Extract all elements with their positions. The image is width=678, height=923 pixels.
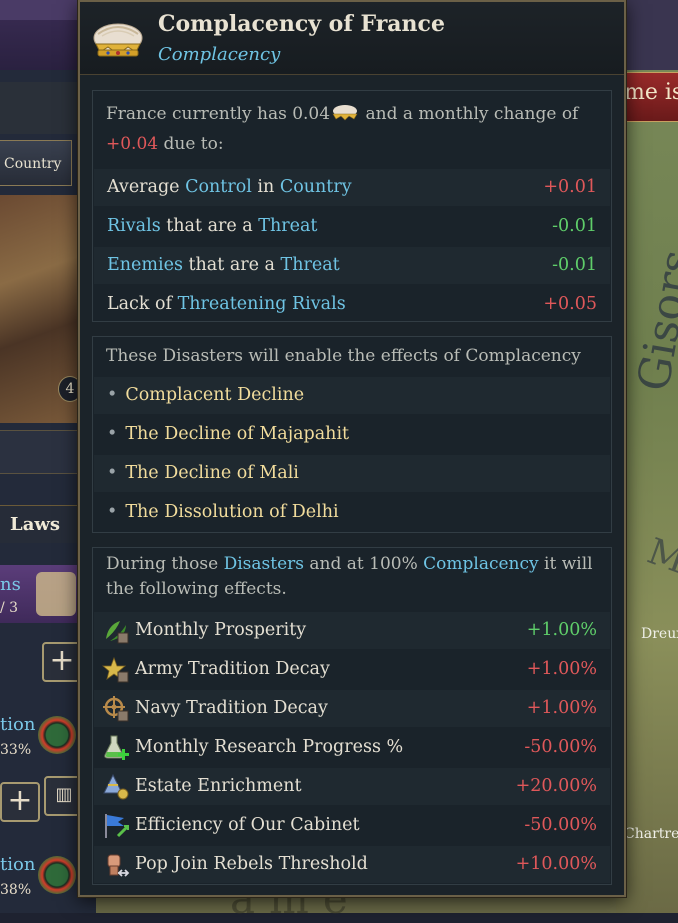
effect-value: +1.00%: [526, 698, 597, 718]
side-item-label: tion: [0, 854, 36, 875]
disaster-item[interactable]: • The Decline of Mali: [94, 455, 610, 492]
crown-icon: [93, 23, 143, 57]
keyword-link[interactable]: Complacency: [423, 554, 538, 574]
keyword-link[interactable]: Threat: [281, 255, 340, 275]
intro-mid: and a monthly change of: [360, 104, 579, 124]
modifier-value: -0.01: [552, 216, 597, 236]
disaster-item[interactable]: • The Dissolution of Delhi: [94, 494, 610, 531]
effect-value: +1.00%: [526, 659, 597, 679]
effect-value: -50.00%: [524, 815, 597, 835]
effects-intro: During those Disasters and at 100% Compl…: [106, 554, 593, 599]
modifier-value: +0.05: [543, 294, 597, 314]
pyramid-icon: [103, 773, 129, 800]
portrait-bar: [0, 430, 80, 474]
keyword-link[interactable]: Threat: [258, 216, 317, 236]
effect-label: Efficiency of Our Cabinet: [135, 815, 360, 835]
keyword-link[interactable]: Rivals: [107, 216, 161, 236]
keyword-link[interactable]: Disasters: [224, 554, 304, 574]
modifier-value: +0.01: [543, 177, 597, 197]
tooltip-subtitle[interactable]: Complacency: [158, 44, 280, 65]
keyword-link[interactable]: Control: [185, 177, 252, 197]
scroll-icon: [36, 572, 76, 616]
disaster-item[interactable]: • The Decline of Majapahit: [94, 416, 610, 453]
effects-panel: During those Disasters and at 100% Compl…: [92, 547, 612, 885]
effect-label: Monthly Prosperity: [135, 620, 307, 640]
tooltip-title: Complacency of France: [158, 11, 445, 37]
side-item-percent: 33%: [0, 742, 32, 758]
modifier-row: Enemies that are a Threat -0.01: [94, 247, 610, 284]
keyword-link[interactable]: Enemies: [107, 255, 183, 275]
shield-icon[interactable]: [38, 856, 76, 894]
effect-label: Army Tradition Decay: [135, 659, 330, 679]
monthly-change: +0.04: [106, 134, 159, 154]
country-button[interactable]: Country: [0, 140, 72, 186]
disasters-intro: These Disasters will enable the effects …: [106, 346, 581, 366]
intro-prefix: France currently has 0.04: [106, 104, 331, 124]
effect-row: Monthly Research Progress % -50.00%: [94, 729, 610, 766]
effect-label: Navy Tradition Decay: [135, 698, 328, 718]
effect-value: +20.00%: [515, 776, 597, 796]
effect-row: Estate Enrichment +20.00%: [94, 768, 610, 805]
effect-label: Estate Enrichment: [135, 776, 302, 796]
tooltip-header: Complacency of France Complacency: [80, 2, 624, 75]
add-button[interactable]: +: [42, 642, 82, 682]
modifier-value: -0.01: [552, 255, 597, 275]
side-item-label: tion: [0, 714, 36, 735]
effect-label: Monthly Research Progress %: [135, 737, 404, 757]
fist-icon: [107, 854, 130, 877]
star-icon: [102, 656, 129, 683]
summary-intro: France currently has 0.04 and a monthly …: [106, 99, 600, 159]
keyword-link[interactable]: Country: [280, 177, 352, 197]
modifier-row: Rivals that are a Threat -0.01: [94, 208, 610, 245]
crown-icon: [332, 105, 358, 121]
effect-value: -50.00%: [524, 737, 597, 757]
map-label-dreux: Dreux: [641, 626, 678, 642]
keyword-link[interactable]: Threatening Rivals: [178, 294, 346, 314]
top-strip: [0, 0, 82, 20]
modifier-row: Lack of Threatening Rivals +0.05: [94, 286, 610, 323]
laws-item-count: / 3: [0, 600, 19, 616]
flask-icon: [104, 735, 129, 760]
effect-label: Pop Join Rebels Threshold: [135, 854, 368, 874]
disaster-item[interactable]: • Complacent Decline: [94, 377, 610, 414]
tab-laws[interactable]: Laws: [0, 505, 80, 543]
intro-suffix: due to:: [158, 134, 224, 154]
effect-row: Army Tradition Decay +1.00%: [94, 651, 610, 688]
effect-row: Efficiency of Our Cabinet -50.00%: [94, 807, 610, 844]
effect-row: Monthly Prosperity +1.00%: [94, 612, 610, 649]
summary-panel: France currently has 0.04 and a monthly …: [92, 90, 612, 322]
effect-row: Pop Join Rebels Threshold +10.00%: [94, 846, 610, 883]
laws-item-label: ns: [0, 574, 21, 595]
ship-wheel-icon: [103, 696, 129, 722]
disasters-panel: These Disasters will enable the effects …: [92, 336, 612, 533]
side-item-percent: 38%: [0, 882, 32, 898]
map-label-chartres: Chartres: [624, 826, 678, 842]
effect-value: +1.00%: [526, 620, 597, 640]
complacency-tooltip: Complacency of France Complacency France…: [78, 0, 626, 897]
effect-value: +10.00%: [515, 854, 597, 874]
shield-icon[interactable]: [38, 716, 76, 754]
modifier-row: Average Control in Country +0.01: [94, 169, 610, 206]
map-notification-text: me is: [624, 80, 678, 105]
leaves-icon: [106, 621, 129, 644]
add-button[interactable]: +: [0, 782, 40, 822]
effect-row: Navy Tradition Decay +1.00%: [94, 690, 610, 727]
flag-icon: [105, 814, 130, 838]
